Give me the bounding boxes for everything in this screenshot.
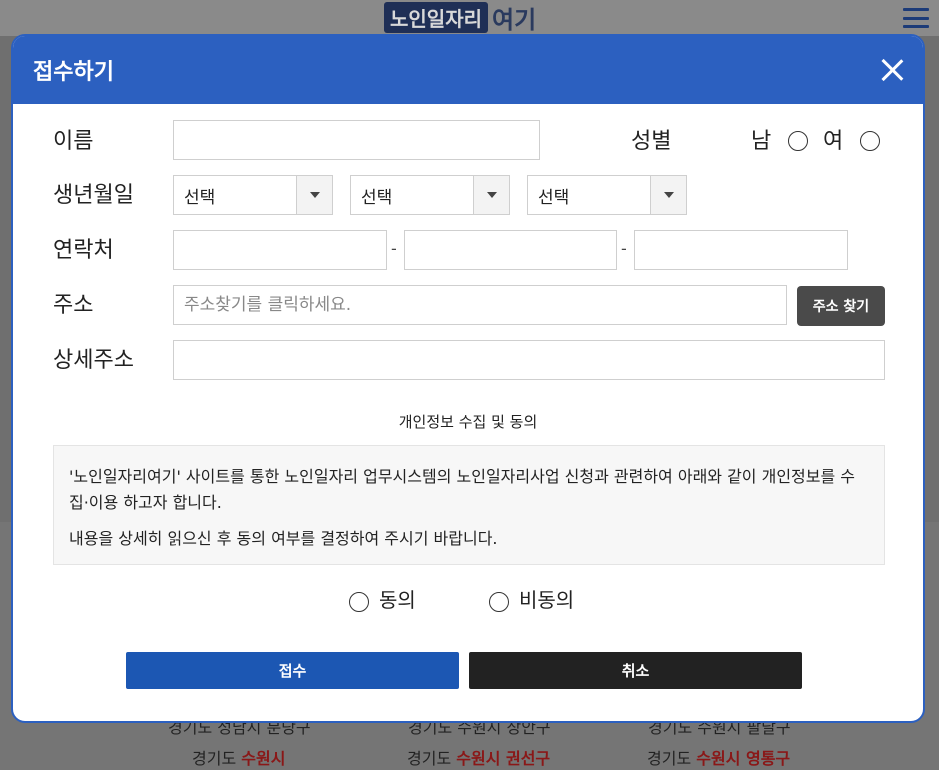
modal-title: 접수하기	[33, 60, 114, 85]
agree-label: 동의	[379, 588, 416, 612]
modal-header: 접수하기	[13, 36, 923, 104]
logo-box-text: 노인일자리	[384, 1, 488, 33]
phone-label: 연락처	[53, 238, 114, 263]
disagree-radio[interactable]	[489, 592, 509, 612]
birth-day-value: 선택	[538, 187, 570, 208]
background-region-item: 경기도 수원시 권선구	[407, 749, 551, 768]
application-modal: 접수하기 이름 성별 남 여 생년월일 선택 선택 선택 연락처 - - 주소 …	[11, 34, 925, 723]
birth-day-select[interactable]: 선택	[527, 175, 687, 215]
agree-radio[interactable]	[349, 592, 369, 612]
phone-part2-input[interactable]	[404, 230, 617, 270]
hamburger-menu-icon	[903, 8, 929, 28]
gender-male-label: 남	[751, 129, 772, 154]
address-search-button[interactable]: 주소 찾기	[797, 286, 885, 326]
cancel-button[interactable]: 취소	[469, 652, 802, 689]
close-icon[interactable]	[880, 58, 904, 82]
chevron-down-icon	[473, 176, 509, 214]
name-input[interactable]	[173, 120, 540, 160]
birth-year-value: 선택	[184, 187, 216, 208]
privacy-paragraph: '노인일자리여기' 사이트를 통한 노인일자리 업무시스템의 노인일자리사업 신…	[69, 467, 856, 512]
background-region-item: 경기도 수원시 영통구	[647, 749, 791, 768]
site-logo: 노인일자리 여기	[384, 1, 537, 34]
disagree-label: 비동의	[519, 588, 575, 612]
chevron-down-icon	[296, 176, 332, 214]
gender-label: 성별	[631, 129, 672, 154]
birth-year-select[interactable]: 선택	[173, 175, 333, 215]
phone-dash: -	[391, 239, 397, 258]
chevron-down-icon	[650, 176, 686, 214]
name-label: 이름	[53, 129, 94, 154]
detail-address-input[interactable]	[173, 340, 885, 380]
gender-female-label: 여	[823, 129, 844, 154]
submit-button[interactable]: 접수	[126, 652, 459, 689]
logo-text: 여기	[492, 5, 537, 34]
background-region-item: 경기도 수원시	[192, 749, 286, 768]
detail-address-label: 상세주소	[53, 348, 134, 373]
birth-month-select[interactable]: 선택	[350, 175, 510, 215]
address-input[interactable]	[173, 285, 787, 325]
phone-dash: -	[621, 239, 627, 258]
privacy-title: 개인정보 수집 및 동의	[398, 413, 538, 431]
privacy-notice-box: '노인일자리여기' 사이트를 통한 노인일자리 업무시스템의 노인일자리사업 신…	[53, 445, 885, 565]
gender-female-radio[interactable]	[860, 131, 880, 151]
privacy-paragraph: 내용을 상세히 읽으신 후 동의 여부를 결정하여 주시기 바랍니다.	[69, 529, 498, 548]
phone-part3-input[interactable]	[634, 230, 848, 270]
birth-label: 생년월일	[53, 183, 134, 208]
birth-month-value: 선택	[361, 187, 393, 208]
phone-part1-input[interactable]	[173, 230, 387, 270]
gender-male-radio[interactable]	[788, 131, 808, 151]
address-label: 주소	[53, 293, 94, 318]
